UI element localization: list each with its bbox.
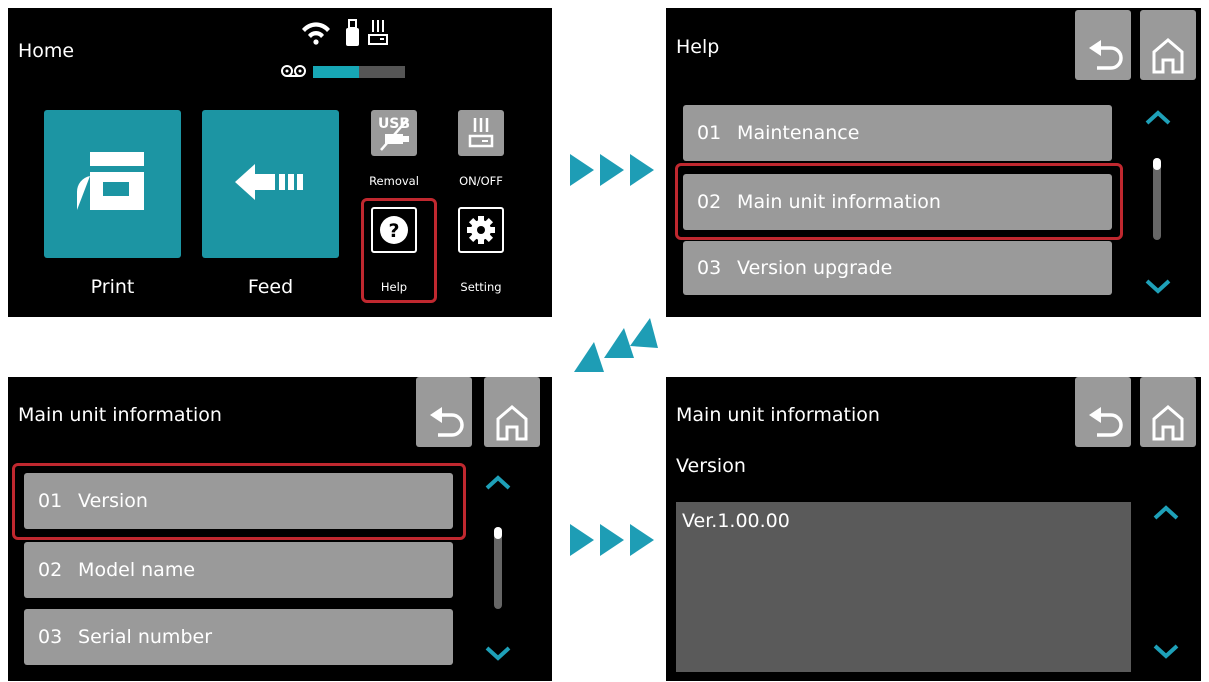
scroll-up-icon[interactable] [482, 473, 514, 493]
ink-level-fill [313, 66, 359, 78]
setting-label: Setting [460, 280, 502, 294]
back-button[interactable] [1075, 377, 1131, 447]
scrollbar-thumb[interactable] [1153, 158, 1161, 170]
home-button[interactable] [1140, 10, 1196, 80]
usb-removal-button[interactable]: USB [371, 110, 417, 156]
scrollbar-track[interactable] [1153, 158, 1161, 240]
scroll-up-icon[interactable] [1150, 503, 1182, 523]
setting-button[interactable] [458, 207, 504, 253]
usb-removal-icon: USB [378, 116, 410, 151]
usb-stick-icon [346, 19, 359, 46]
heater-icon [468, 118, 494, 148]
version-display: Ver.1.00.00 [676, 502, 1131, 672]
scroll-up-icon[interactable] [1142, 108, 1174, 128]
menu-item-maintenance[interactable]: 01 Maintenance [683, 105, 1112, 161]
scrollbar-thumb[interactable] [494, 527, 502, 539]
home-icon [496, 405, 528, 441]
scroll-down-icon[interactable] [482, 643, 514, 663]
home-icon [1152, 405, 1184, 441]
scrollbar-track[interactable] [494, 527, 502, 609]
status-bar [300, 18, 420, 48]
svg-text:USB: USB [378, 116, 410, 132]
ink-level-bar [313, 66, 405, 78]
help-screen: Help 01 Maintenance 02 Main unit informa… [666, 8, 1201, 317]
page-title: Main unit information [676, 404, 880, 426]
page-title: Help [676, 36, 720, 58]
highlight-main-unit-information [675, 163, 1123, 240]
print-button[interactable] [44, 110, 181, 258]
home-icon [1152, 38, 1184, 74]
heater-onoff-button[interactable] [458, 110, 504, 156]
flow-arrow-right-icon [570, 524, 654, 556]
page-title: Main unit information [18, 404, 222, 426]
item-label: Version upgrade [737, 257, 893, 279]
wifi-icon [302, 22, 330, 45]
item-number: 03 [697, 257, 722, 279]
item-label: Serial number [78, 626, 213, 648]
home-button[interactable] [484, 377, 540, 447]
version-screen: Main unit information Version Ver.1.00.0… [666, 377, 1201, 681]
back-button[interactable] [416, 377, 472, 447]
main-unit-information-screen: Main unit information 01 Version 02 Mode… [8, 377, 552, 681]
feed-label: Feed [247, 276, 294, 298]
highlight-help [361, 198, 437, 303]
back-button[interactable] [1075, 10, 1131, 80]
page-title: Home [18, 40, 75, 62]
menu-item-serial-number[interactable]: 03 Serial number [24, 609, 453, 665]
onoff-label: ON/OFF [459, 174, 503, 188]
menu-item-model-name[interactable]: 02 Model name [24, 542, 453, 598]
feed-button[interactable] [202, 110, 339, 258]
print-icon [76, 152, 144, 210]
removal-label: Removal [369, 174, 419, 188]
ink-ribbon-icon [280, 62, 308, 84]
back-icon [430, 407, 464, 437]
scroll-down-icon[interactable] [1142, 276, 1174, 296]
flow-arrow-down-left-icon [574, 318, 658, 372]
item-label: Maintenance [737, 122, 860, 144]
feed-arrow-icon [235, 164, 303, 200]
scroll-down-icon[interactable] [1150, 641, 1182, 661]
flow-arrow-right-icon [570, 154, 654, 186]
back-icon [1089, 407, 1123, 437]
item-number: 02 [38, 559, 63, 581]
heater-icon [368, 20, 388, 45]
gear-icon [467, 216, 495, 244]
print-label: Print [90, 276, 135, 298]
item-number: 03 [38, 626, 63, 648]
back-icon [1089, 40, 1123, 70]
section-subtitle: Version [676, 455, 746, 477]
version-value: Ver.1.00.00 [682, 510, 790, 532]
home-screen: Home Print Feed USB Removal ON/OFF ? Hel… [8, 8, 552, 317]
menu-item-version-upgrade[interactable]: 03 Version upgrade [683, 241, 1112, 295]
item-number: 01 [697, 122, 722, 144]
home-button[interactable] [1140, 377, 1196, 447]
highlight-version [12, 463, 466, 540]
item-label: Model name [78, 559, 196, 581]
